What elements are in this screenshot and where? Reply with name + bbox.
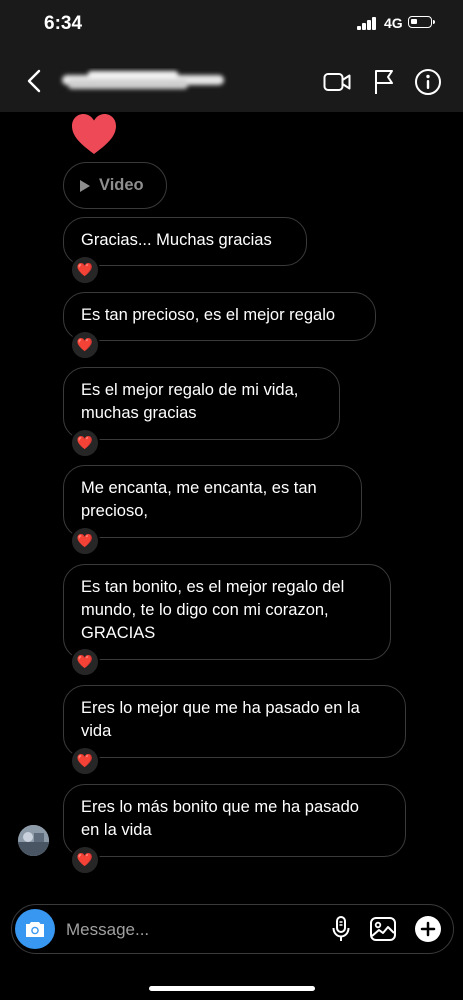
flag-icon [375, 70, 393, 94]
camera-icon [26, 922, 44, 937]
heart-reaction-icon: ❤️ [76, 654, 94, 669]
play-icon [80, 179, 90, 192]
heart-reaction-icon: ❤️ [76, 753, 94, 768]
message-text: Es tan bonito, es el mejor regalo del mu… [81, 578, 345, 642]
back-button[interactable] [22, 66, 46, 96]
battery-icon [408, 16, 435, 28]
message-reaction[interactable]: ❤️ [70, 330, 100, 360]
message-input[interactable] [64, 915, 318, 945]
message-composer [11, 904, 454, 954]
message-text: Gracias... Muchas gracias [81, 231, 272, 249]
message-bubble[interactable]: Es el mejor regalo de mi vida, muchas gr… [63, 367, 340, 440]
message-text: Eres lo más bonito que me ha pasado en l… [81, 798, 359, 839]
message-bubble[interactable]: Eres lo más bonito que me ha pasado en l… [63, 784, 406, 857]
heart-reaction-icon: ❤️ [76, 435, 94, 450]
video-label: Video [99, 176, 144, 194]
message-bubble[interactable]: Gracias... Muchas gracias [63, 217, 307, 266]
voice-message-button[interactable] [326, 914, 356, 944]
message-text: Eres lo mejor que me ha pasado en la vid… [81, 699, 360, 740]
status-bar: 6:34 4G [0, 0, 463, 50]
avatar[interactable] [18, 825, 49, 856]
message-bubble[interactable]: Me encanta, me encanta, es tan precioso, [63, 465, 362, 538]
home-indicator[interactable] [149, 986, 315, 991]
status-time: 6:34 [44, 13, 83, 34]
heart-icon [72, 114, 116, 154]
gallery-button[interactable] [368, 914, 398, 944]
video-call-button[interactable] [323, 68, 351, 96]
back-chevron-icon [27, 69, 41, 93]
message-reaction[interactable]: ❤️ [70, 428, 100, 458]
message-bubble[interactable]: Es tan bonito, es el mejor regalo del mu… [63, 564, 391, 660]
signal-icon [357, 17, 377, 30]
message-reaction[interactable]: ❤️ [70, 255, 100, 285]
more-options-button[interactable] [413, 914, 443, 944]
contact-name-obscured[interactable] [58, 68, 230, 94]
heart-reaction-icon: ❤️ [76, 852, 94, 867]
message-reaction[interactable]: ❤️ [70, 526, 100, 556]
heart-reaction-icon: ❤️ [76, 533, 94, 548]
camera-button[interactable] [15, 909, 55, 949]
network-label: 4G [384, 15, 403, 31]
video-call-icon [323, 73, 351, 91]
message-text: Es tan precioso, es el mejor regalo [81, 306, 336, 324]
message-reaction[interactable]: ❤️ [70, 845, 100, 875]
message-text: Es el mejor regalo de mi vida, muchas gr… [81, 381, 299, 422]
message-reaction[interactable]: ❤️ [70, 647, 100, 677]
microphone-icon [332, 916, 350, 941]
report-button[interactable] [370, 68, 398, 96]
message-bubble[interactable]: Eres lo mejor que me ha pasado en la vid… [63, 685, 406, 758]
plus-icon [415, 916, 441, 942]
heart-reaction-icon: ❤️ [76, 262, 94, 277]
message-bubble[interactable]: Es tan precioso, es el mejor regalo [63, 292, 376, 341]
video-attachment-button[interactable]: Video [63, 162, 167, 209]
gallery-icon [370, 917, 396, 941]
info-icon [415, 69, 441, 95]
info-button[interactable] [414, 68, 442, 96]
message-reaction[interactable]: ❤️ [70, 746, 100, 776]
chat-header [0, 50, 463, 112]
message-text: Me encanta, me encanta, es tan precioso, [81, 479, 317, 520]
heart-reaction-icon: ❤️ [76, 337, 94, 352]
avatar-photo [18, 825, 49, 856]
